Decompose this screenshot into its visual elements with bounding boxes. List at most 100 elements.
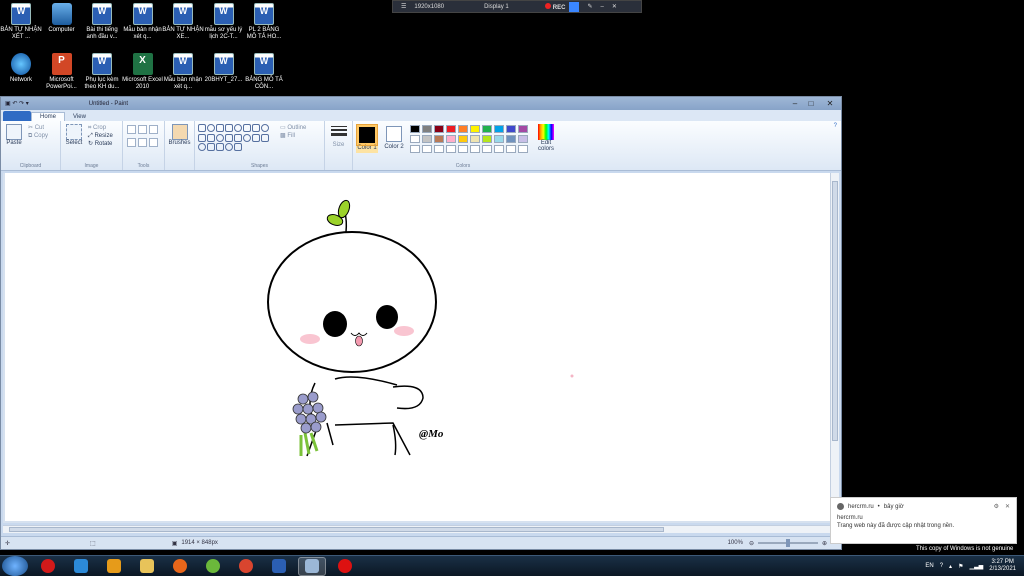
size-button[interactable]: Size <box>325 121 353 170</box>
palette-swatch[interactable] <box>506 125 516 133</box>
shape-option[interactable] <box>261 133 269 142</box>
close-icon[interactable]: ✕ <box>612 3 617 10</box>
taskbar-app-button[interactable] <box>331 557 359 576</box>
palette-swatch[interactable] <box>458 125 468 133</box>
language-indicator[interactable]: EN <box>925 563 933 569</box>
desktop-icon[interactable]: BẢN TỰ NHẬN XE... <box>162 3 204 41</box>
taskbar-app-button[interactable] <box>100 557 128 576</box>
taskbar-app-button[interactable] <box>265 557 293 576</box>
stop-icon[interactable] <box>569 1 580 12</box>
shape-option[interactable] <box>252 124 260 132</box>
color-picker-icon[interactable] <box>138 138 147 147</box>
desktop-icon[interactable]: 20BHYT_27... <box>203 53 245 84</box>
start-button[interactable] <box>2 556 28 576</box>
palette-swatch[interactable] <box>518 145 528 153</box>
copy-button[interactable]: ⧉ Copy <box>28 132 48 140</box>
resize-button[interactable]: ⤢ Resize <box>88 132 113 140</box>
shape-option[interactable] <box>216 133 224 142</box>
palette-swatch[interactable] <box>446 145 456 153</box>
taskbar-app-button[interactable] <box>67 557 95 576</box>
paste-button[interactable]: Paste <box>4 124 24 146</box>
signal-icon[interactable]: ▁▃▅ <box>969 563 983 570</box>
shape-option[interactable] <box>198 143 206 152</box>
desktop-icon[interactable]: Mẫu bản nhận xét q... <box>162 53 204 91</box>
palette-swatch[interactable] <box>506 145 516 153</box>
palette-swatch[interactable] <box>470 125 480 133</box>
palette-swatch[interactable] <box>494 145 504 153</box>
maximize-button[interactable]: □ <box>803 98 819 109</box>
shape-option[interactable] <box>198 124 206 132</box>
close-icon[interactable]: ✕ <box>1005 503 1010 510</box>
cut-button[interactable]: ✂ Cut <box>28 124 48 132</box>
settings-icon[interactable]: ⚙ <box>994 503 999 510</box>
shape-option[interactable] <box>243 124 251 132</box>
rotate-button[interactable]: ↻ Rotate <box>88 140 113 148</box>
taskbar-app-button[interactable] <box>133 557 161 576</box>
pen-icon[interactable]: ✎ <box>587 3 592 10</box>
shape-option[interactable] <box>207 133 215 142</box>
palette-swatch[interactable] <box>446 135 456 143</box>
desktop-icon[interactable]: Network <box>0 53 42 84</box>
shape-option[interactable] <box>261 124 269 132</box>
shape-option[interactable] <box>198 133 206 142</box>
palette-swatch[interactable] <box>494 135 504 143</box>
shape-option[interactable] <box>243 133 251 142</box>
desktop-icon[interactable]: mẫu sơ yếu lý lịch 2C-T... <box>203 3 245 41</box>
desktop-icon[interactable]: Microsoft Excel 2010 <box>122 53 164 91</box>
taskbar-app-button[interactable] <box>166 557 194 576</box>
help-icon[interactable]: ? <box>834 123 837 129</box>
minimize-icon[interactable]: – <box>600 4 603 10</box>
flag-icon[interactable]: ⚑ <box>958 563 963 570</box>
shape-option[interactable] <box>216 143 224 152</box>
shape-option[interactable] <box>225 124 233 132</box>
taskbar-app-button[interactable] <box>34 557 62 576</box>
shape-option[interactable] <box>225 133 233 142</box>
palette-swatch[interactable] <box>482 135 492 143</box>
palette-swatch[interactable] <box>446 125 456 133</box>
edit-colors-button[interactable]: Edit colors <box>534 124 558 153</box>
palette-swatch[interactable] <box>482 145 492 153</box>
magnifier-icon[interactable] <box>149 138 158 147</box>
color1-button[interactable]: Color 1 <box>356 124 378 153</box>
palette-swatch[interactable] <box>434 145 444 153</box>
shape-option[interactable] <box>252 133 260 142</box>
palette-swatch[interactable] <box>410 135 420 143</box>
palette-swatch[interactable] <box>458 135 468 143</box>
desktop-icon[interactable]: Computer <box>41 3 83 34</box>
zoom-out-button[interactable]: ⊖ <box>749 540 754 547</box>
horizontal-scrollbar[interactable] <box>3 525 831 533</box>
palette-swatch[interactable] <box>422 135 432 143</box>
brushes-button[interactable]: Brushes <box>165 121 195 170</box>
shape-option[interactable] <box>234 124 242 132</box>
taskbar-app-button[interactable] <box>298 556 326 576</box>
palette-swatch[interactable] <box>410 145 420 153</box>
select-button[interactable]: Select <box>64 124 84 148</box>
eraser-icon[interactable] <box>127 138 136 147</box>
palette-swatch[interactable] <box>422 125 432 133</box>
rec-button[interactable]: REC <box>544 2 565 11</box>
drawing-canvas[interactable]: @Mo <box>5 173 831 521</box>
shape-option[interactable] <box>207 124 215 132</box>
tab-home[interactable]: Home <box>31 112 66 121</box>
shape-option[interactable] <box>216 124 224 132</box>
palette-swatch[interactable] <box>434 135 444 143</box>
minimize-button[interactable]: – <box>787 98 803 109</box>
palette-swatch[interactable] <box>518 125 528 133</box>
zoom-in-button[interactable]: ⊕ <box>822 540 827 547</box>
palette-swatch[interactable] <box>434 125 444 133</box>
fill-icon[interactable] <box>138 125 147 134</box>
quick-access-icons[interactable]: ▣ ↶ ↷ ▾ <box>5 100 29 107</box>
outline-button[interactable]: ▭ Outline <box>280 124 306 132</box>
browser-notification[interactable]: hercrm.ru • bây giờ ⚙ ✕ hercrm.ru Trang … <box>830 497 1017 544</box>
fill-button[interactable]: ▩ Fill <box>280 132 306 140</box>
desktop-icon[interactable]: Phụ lục kèm theo KH du... <box>81 53 123 91</box>
palette-swatch[interactable] <box>422 145 432 153</box>
palette-swatch[interactable] <box>410 125 420 133</box>
help-icon[interactable]: ? <box>940 563 943 569</box>
desktop-icon[interactable]: PL 2 BẢNG MÔ TẢ HO... <box>243 3 285 41</box>
palette-swatch[interactable] <box>458 145 468 153</box>
shapes-gallery[interactable] <box>198 124 276 152</box>
palette-swatch[interactable] <box>470 135 480 143</box>
crop-button[interactable]: ⌗ Crop <box>88 124 113 132</box>
shape-option[interactable] <box>234 133 242 142</box>
